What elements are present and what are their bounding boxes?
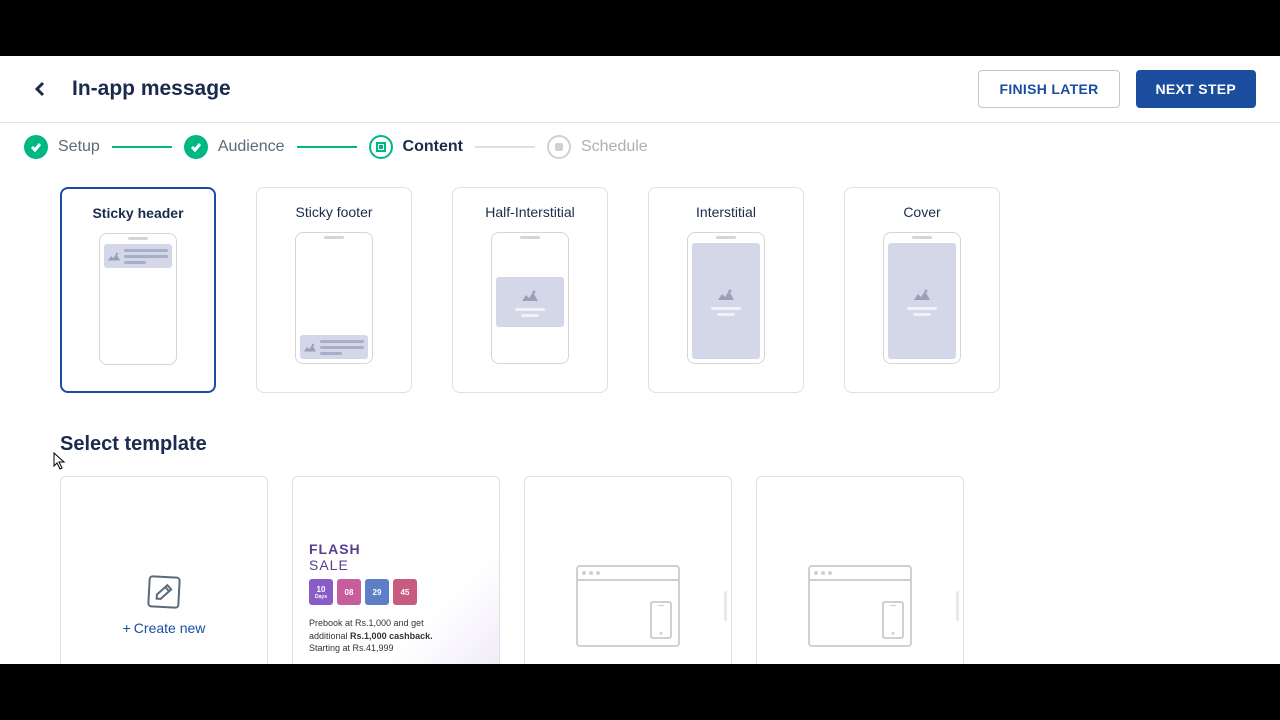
image-icon <box>522 288 538 302</box>
finish-later-button[interactable]: FINISH LATER <box>978 70 1119 108</box>
image-icon <box>108 251 120 261</box>
browser-preview-icon <box>576 565 680 647</box>
step-schedule[interactable]: Schedule <box>547 135 648 159</box>
layout-interstitial[interactable]: Interstitial <box>648 187 804 393</box>
layout-cover[interactable]: Cover <box>844 187 1000 393</box>
step-setup[interactable]: Setup <box>24 135 100 159</box>
next-step-button[interactable]: NEXT STEP <box>1136 70 1257 108</box>
image-icon <box>914 287 930 301</box>
step-audience[interactable]: Audience <box>184 135 285 159</box>
image-icon <box>304 342 316 352</box>
phone-preview <box>491 232 569 364</box>
template-flash-sale[interactable]: FLASHSALE 10Days 08 29 45 Prebook at Rs.… <box>292 476 500 664</box>
wizard-stepper: Setup Audience Content Schedule <box>0 123 1280 171</box>
phone-preview <box>295 232 373 364</box>
layout-grid: Sticky header Sticky footer <box>60 187 1240 393</box>
plus-icon: + <box>123 620 131 636</box>
back-button[interactable] <box>24 73 56 105</box>
check-icon <box>184 135 208 159</box>
page-title: In-app message <box>72 77 231 101</box>
layout-sticky-footer[interactable]: Sticky footer <box>256 187 412 393</box>
phone-preview <box>99 233 177 365</box>
content-icon <box>369 135 393 159</box>
step-content[interactable]: Content <box>369 135 463 159</box>
template-create-new[interactable]: +Create new <box>60 476 268 664</box>
cursor-icon <box>53 452 67 470</box>
template-placeholder-1[interactable] <box>524 476 732 664</box>
chevron-left-icon <box>32 81 48 97</box>
layout-half-interstitial[interactable]: Half-Interstitial <box>452 187 608 393</box>
check-icon <box>24 135 48 159</box>
select-template-heading: Select template <box>60 433 1240 456</box>
layout-sticky-header[interactable]: Sticky header <box>60 187 216 393</box>
browser-preview-icon <box>808 565 912 647</box>
template-placeholder-2[interactable] <box>756 476 964 664</box>
image-icon <box>718 287 734 301</box>
phone-preview <box>687 232 765 364</box>
edit-icon <box>147 575 181 609</box>
pending-icon <box>547 135 571 159</box>
phone-preview <box>883 232 961 364</box>
template-grid: +Create new FLASHSALE 10Days 08 29 45 Pr… <box>60 476 1240 664</box>
header: In-app message FINISH LATER NEXT STEP <box>0 56 1280 123</box>
